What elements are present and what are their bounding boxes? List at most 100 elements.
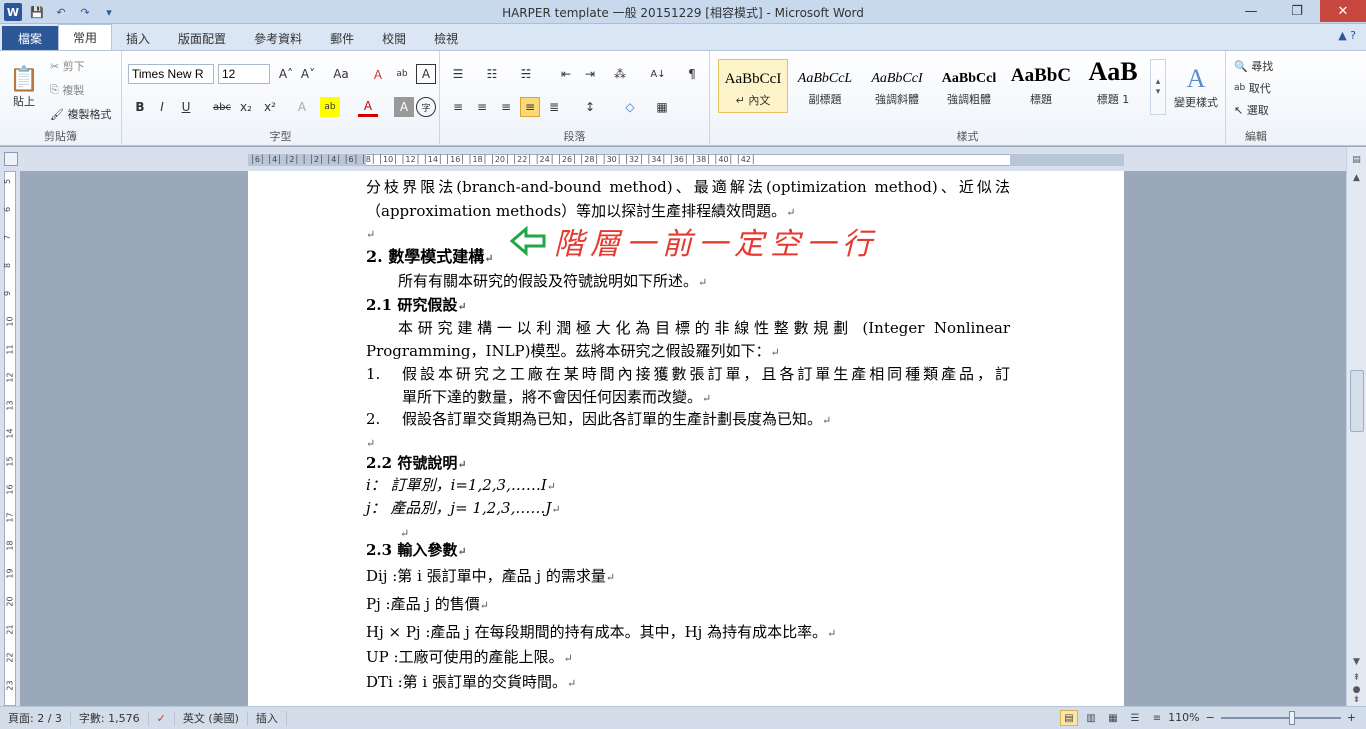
scroll-thumb[interactable] bbox=[1350, 370, 1364, 432]
tab-mailings[interactable]: 郵件 bbox=[316, 26, 368, 50]
style-emphasis[interactable]: AaBbCcI 強調斜體 bbox=[862, 59, 932, 113]
document-page[interactable]: 分枝界限法(branch-and-bound method)、最適解法(opti… bbox=[248, 171, 1124, 706]
zoom-out-button[interactable]: − bbox=[1206, 711, 1215, 724]
scroll-down-icon[interactable]: ▼ bbox=[1347, 657, 1366, 667]
align-left-button[interactable]: ≡ bbox=[448, 97, 468, 117]
param-price[interactable]: Pj :產品 j 的售價↵ bbox=[366, 594, 1010, 616]
restore-button[interactable]: ❐ bbox=[1274, 0, 1320, 22]
underline-button[interactable]: U bbox=[176, 97, 196, 117]
clear-format-button[interactable]: Ａ bbox=[368, 64, 388, 84]
page-indicator[interactable]: 頁面: 2 / 3 bbox=[0, 710, 71, 726]
zoom-slider-knob[interactable] bbox=[1288, 710, 1295, 725]
heading-2-2[interactable]: 2.2 符號說明↵ bbox=[366, 453, 1010, 475]
superscript-button[interactable]: x² bbox=[260, 97, 280, 117]
zoom-in-button[interactable]: + bbox=[1347, 711, 1356, 724]
text-effects-button[interactable]: A bbox=[292, 97, 312, 117]
highlight-button[interactable]: ab bbox=[320, 97, 340, 117]
word-count[interactable]: 字數: 1,576 bbox=[71, 710, 149, 726]
param-capacity[interactable]: UP :工廠可使用的產能上限。↵ bbox=[366, 647, 1010, 669]
font-size-box[interactable]: 12 bbox=[218, 64, 270, 84]
character-shading-button[interactable]: A bbox=[394, 97, 414, 117]
outline-icon[interactable]: ☰ bbox=[1126, 710, 1144, 726]
character-border-button[interactable]: A bbox=[416, 64, 436, 84]
previous-page-icon[interactable]: ⇞ bbox=[1347, 673, 1366, 683]
horizontal-ruler[interactable]: │6│ │4│ │2│ │ │2│ │4│ │6│ │8│ │10│ │12│ … bbox=[0, 147, 1366, 171]
font-name-box[interactable]: Times New R bbox=[128, 64, 214, 84]
copy-button[interactable]: ⎘ 複製 bbox=[50, 81, 84, 99]
grow-font-button[interactable]: A˄ bbox=[276, 64, 296, 84]
tab-references[interactable]: 參考資料 bbox=[240, 26, 316, 50]
symbol-j[interactable]: j： 產品別，j= 1,2,3,……J↵ bbox=[366, 498, 1010, 520]
cut-button[interactable]: ✂ 剪下 bbox=[50, 57, 85, 75]
help-icon[interactable]: ▲ ? bbox=[1338, 29, 1356, 42]
scroll-up-icon[interactable]: ▲ bbox=[1347, 173, 1366, 183]
select-button[interactable]: ↖ 選取 bbox=[1234, 101, 1269, 119]
show-marks-button[interactable]: ¶ bbox=[682, 64, 702, 84]
shading-button[interactable]: ◇ bbox=[620, 97, 640, 117]
style-strong[interactable]: AaBbCcl 強調粗體 bbox=[934, 59, 1004, 113]
bullets-button[interactable]: ☰ bbox=[448, 64, 468, 84]
tab-view[interactable]: 檢視 bbox=[420, 26, 472, 50]
list-item-1a[interactable]: 假設本研究之工廠在某時間內接獲數張訂單，且各訂單生產相同種類產品，訂 bbox=[402, 364, 1010, 384]
replace-button[interactable]: ab 取代 bbox=[1234, 79, 1271, 97]
full-screen-reading-icon[interactable]: ▥ bbox=[1082, 710, 1100, 726]
vertical-ruler[interactable]: 5 6 7 8 9 10 11 12 13 14 15 16 17 18 19 20 21 22 23 bbox=[0, 171, 20, 706]
print-layout-icon[interactable]: ▤ bbox=[1060, 710, 1078, 726]
tab-selector-icon[interactable] bbox=[4, 152, 18, 166]
insert-mode[interactable]: 插入 bbox=[248, 710, 287, 726]
tab-page-layout[interactable]: 版面配置 bbox=[164, 26, 240, 50]
align-center-button[interactable]: ≡ bbox=[472, 97, 492, 117]
language-indicator[interactable]: 英文 (美國) bbox=[175, 710, 248, 726]
sort-button[interactable]: A↓ bbox=[648, 64, 668, 84]
ruler-toggle-icon[interactable]: ▤ bbox=[1347, 155, 1366, 165]
paragraph-1a[interactable]: 分枝界限法(branch-and-bound method)、最適解法(opti… bbox=[366, 177, 1010, 197]
style-normal[interactable]: AaBbCcI ↵ 內文 bbox=[718, 59, 788, 113]
line-spacing-button[interactable]: ↕ bbox=[580, 97, 600, 117]
tab-file[interactable]: 檔案 bbox=[2, 26, 59, 50]
heading-2-1[interactable]: 2.1 研究假設↵ bbox=[366, 295, 1010, 317]
subscript-button[interactable]: x₂ bbox=[236, 97, 256, 117]
increase-indent-button[interactable]: ⇥ bbox=[580, 64, 600, 84]
tab-home[interactable]: 常用 bbox=[58, 24, 113, 50]
paste-button[interactable]: 📋 貼上 bbox=[6, 57, 42, 117]
param-demand[interactable]: Dij :第 i 張訂單中，產品 j 的需求量↵ bbox=[366, 566, 1010, 588]
tab-insert[interactable]: 插入 bbox=[112, 26, 164, 50]
format-painter-button[interactable]: 🖌 複製格式 bbox=[50, 105, 111, 123]
zoom-level[interactable]: 110% bbox=[1168, 711, 1199, 724]
justify-button[interactable]: ≡ bbox=[520, 97, 540, 117]
empty-line-2[interactable]: ↵ bbox=[366, 432, 1010, 454]
document-area[interactable]: 分枝界限法(branch-and-bound method)、最適解法(opti… bbox=[20, 171, 1346, 706]
proofing-icon[interactable]: ✓ bbox=[149, 710, 175, 726]
shrink-font-button[interactable]: A˅ bbox=[298, 64, 318, 84]
style-subtitle[interactable]: AaBbCcL 副標題 bbox=[790, 59, 860, 113]
align-right-button[interactable]: ≡ bbox=[496, 97, 516, 117]
tab-review[interactable]: 校閱 bbox=[368, 26, 420, 50]
distributed-button[interactable]: ≣ bbox=[544, 97, 564, 117]
next-page-icon[interactable]: ⇟ bbox=[1347, 695, 1366, 705]
style-heading-1[interactable]: AaB 標題 1 bbox=[1078, 59, 1148, 113]
symbol-i[interactable]: i： 訂單別，i=1,2,3,……I↵ bbox=[366, 475, 1010, 497]
enclose-characters-button[interactable]: 字 bbox=[416, 97, 436, 117]
decrease-indent-button[interactable]: ⇤ bbox=[556, 64, 576, 84]
numbering-button[interactable]: ☷ bbox=[482, 64, 502, 84]
param-due-time[interactable]: DTi :第 i 張訂單的交貨時間。↵ bbox=[366, 672, 1010, 694]
cjk-layout-button[interactable]: ⁂ bbox=[610, 64, 630, 84]
heading-2-3[interactable]: 2.3 輸入參數↵ bbox=[366, 540, 1010, 562]
paragraph-2[interactable]: 所有有關本研究的假設及符號說明如下所述。↵ bbox=[398, 271, 1042, 293]
multilevel-list-button[interactable]: ☵ bbox=[516, 64, 536, 84]
list-item-2[interactable]: 假設各訂單交貨期為已知，因此各訂單的生產計劃長度為已知。↵ bbox=[402, 409, 1046, 431]
zoom-slider[interactable] bbox=[1220, 710, 1341, 725]
borders-button[interactable]: ▦ bbox=[652, 97, 672, 117]
strikethrough-button[interactable]: abc bbox=[212, 97, 232, 117]
vertical-scrollbar[interactable]: ▤ ▲ ▼ ⇞ ● ⇟ bbox=[1346, 147, 1366, 706]
minimize-button[interactable]: — bbox=[1228, 0, 1274, 22]
change-styles-button[interactable]: A 變更樣式 bbox=[1170, 57, 1222, 117]
change-case-button[interactable]: Aa bbox=[328, 64, 354, 84]
param-holding-cost[interactable]: Hj × Pj :產品 j 在每段期間的持有成本。其中，Hj 為持有成本比率。↵ bbox=[366, 622, 1010, 644]
phonetic-guide-button[interactable]: ab bbox=[392, 64, 412, 84]
italic-button[interactable]: I bbox=[152, 97, 172, 117]
paragraph-3a[interactable]: 本研究建構一以利潤極大化為目標的非線性整數規劃 (Integer Nonline… bbox=[398, 318, 1010, 338]
styles-scroll-icon[interactable]: ▴ ▾ bbox=[1150, 59, 1166, 115]
close-button[interactable]: ✕ bbox=[1320, 0, 1366, 22]
find-button[interactable]: 🔍 尋找 bbox=[1234, 57, 1273, 75]
